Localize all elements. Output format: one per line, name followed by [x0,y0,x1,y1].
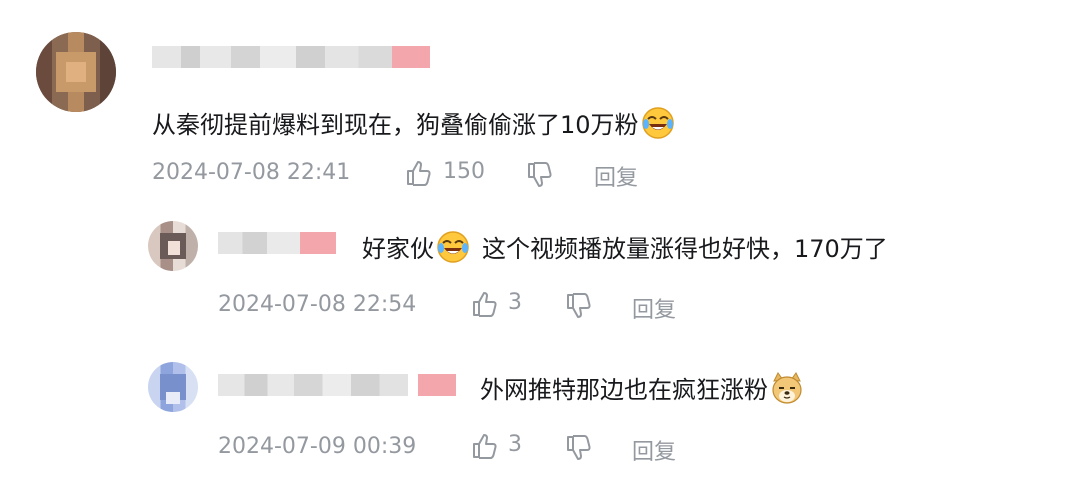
avatar[interactable] [36,32,116,112]
reply-item: 外网推特那边也在疯狂涨粉 2024-07-09 00:39 3 回复 [0,350,1080,490]
thumbs-up-icon[interactable] [404,158,434,188]
thumbs-down-icon[interactable] [564,433,594,463]
timestamp: 2024-07-09 00:39 [218,434,417,459]
reply-button[interactable]: 回复 [632,292,676,324]
reply-button[interactable]: 回复 [632,434,676,466]
timestamp: 2024-07-08 22:54 [218,292,417,317]
comment-item: 从秦彻提前爆料到现在，狗叠偷偷涨了10万粉 2024-07-08 22:41 1… [0,0,1080,200]
comment-text: 好家伙 这个视频播放量涨得也好快，170万了 [362,229,888,264]
like-count: 3 [508,290,522,315]
thumbs-down-icon[interactable] [525,160,555,190]
reply-button[interactable]: 回复 [594,160,638,192]
avatar[interactable] [148,362,198,412]
laughing-crying-emoji [641,107,674,139]
thumbs-up-icon[interactable] [470,289,500,319]
doge-emoji [772,372,802,404]
like-count: 3 [508,432,522,457]
level-badge [300,232,336,254]
timestamp: 2024-07-08 22:41 [152,160,351,185]
laughing-crying-emoji [437,231,469,263]
comment-text: 从秦彻提前爆料到现在，狗叠偷偷涨了10万粉 [152,105,675,140]
level-badge [392,46,430,68]
thumbs-down-icon[interactable] [564,291,594,321]
level-badge [418,374,456,396]
username[interactable] [152,46,432,68]
username[interactable] [218,232,358,254]
avatar[interactable] [148,221,198,271]
like-count: 150 [443,159,485,184]
username[interactable] [218,374,468,396]
comment-text: 外网推特那边也在疯狂涨粉 [480,370,804,405]
reply-item: 好家伙 这个视频播放量涨得也好快，170万了 2024-07-08 22:54 3… [0,205,1080,345]
thumbs-up-icon[interactable] [470,431,500,461]
